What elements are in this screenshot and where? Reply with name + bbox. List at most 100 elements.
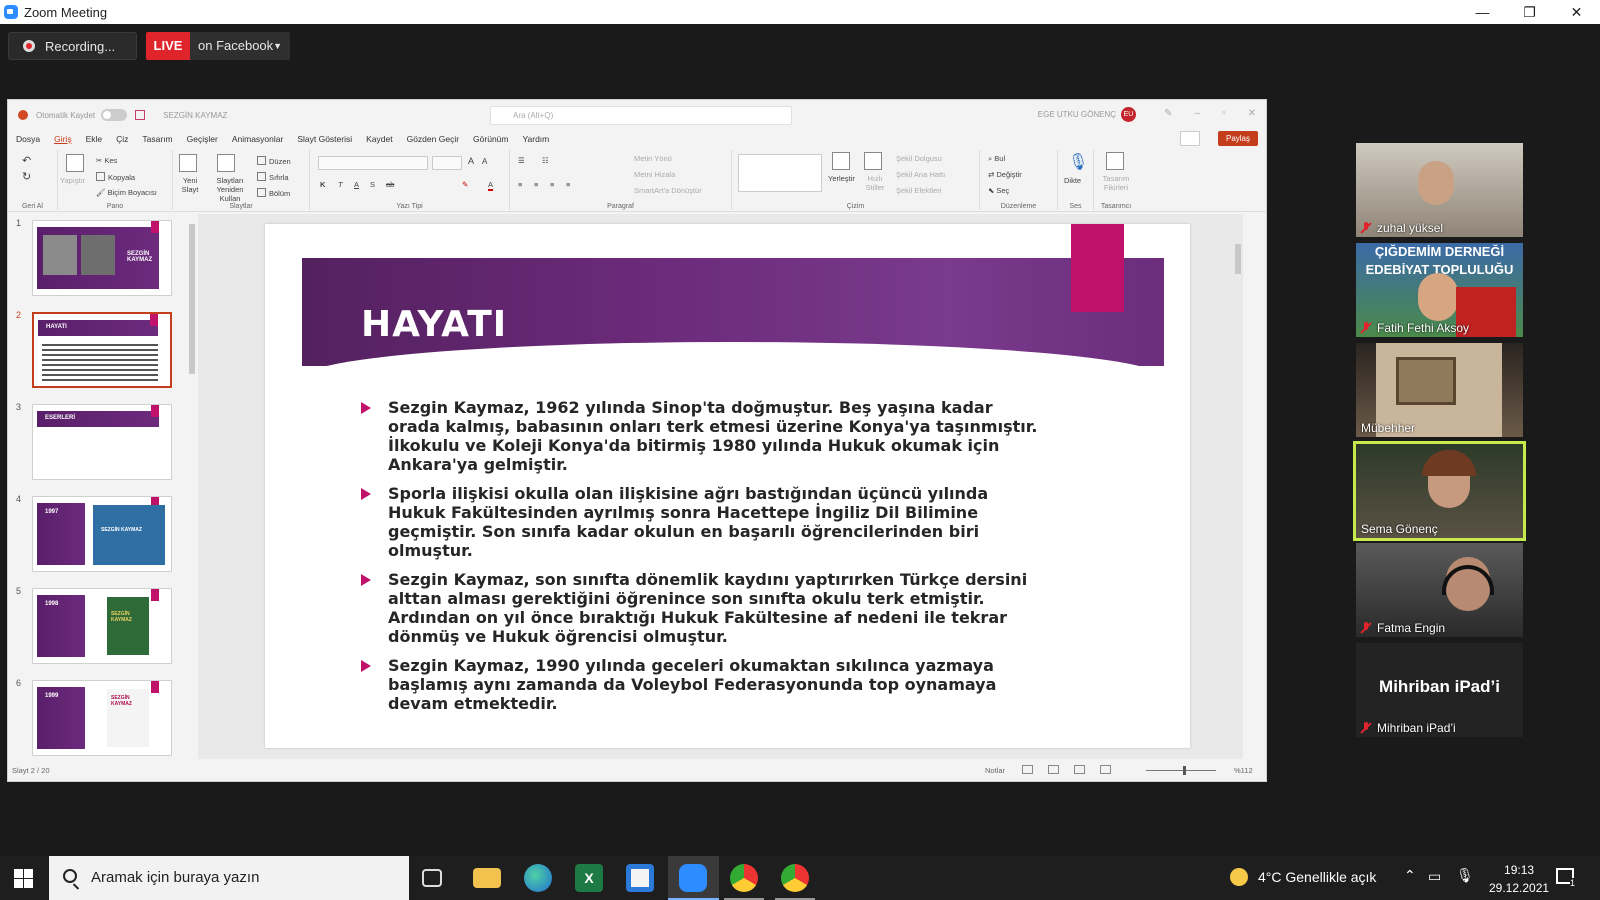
- chrome-icon[interactable]: [730, 864, 758, 892]
- chrome-icon[interactable]: [781, 864, 809, 892]
- taskbar-clock[interactable]: 19:13 29.12.2021: [1489, 861, 1549, 897]
- justify-icon[interactable]: ≡: [566, 180, 570, 189]
- italic-icon[interactable]: T: [338, 180, 343, 189]
- minimize-button[interactable]: —: [1459, 0, 1506, 24]
- participant-tile[interactable]: Mihriban iPad’i Mihriban iPad’i: [1356, 643, 1523, 737]
- arrange-label[interactable]: Yerleştir: [828, 174, 855, 183]
- taskbar-search[interactable]: Aramak için buraya yazın: [49, 856, 409, 900]
- menu-ekle[interactable]: Ekle: [86, 134, 103, 144]
- slide-sorter-icon[interactable]: [1048, 765, 1059, 774]
- shape-fill-button[interactable]: Şekil Dolgusu: [896, 154, 942, 163]
- thumbnail-slide-6[interactable]: 6 1999 SEZGİN KAYMAZ: [8, 678, 188, 758]
- zoom-slider-knob[interactable]: [1183, 766, 1186, 775]
- align-right-icon[interactable]: ≡: [550, 180, 554, 189]
- redo-icon[interactable]: ↻: [22, 170, 31, 183]
- smartart-button[interactable]: SmartArt'a Dönüştür: [634, 186, 702, 195]
- design-ideas-icon[interactable]: [1106, 152, 1124, 170]
- menu-gorunum[interactable]: Görünüm: [473, 134, 508, 144]
- highlight-icon[interactable]: ✎: [462, 180, 468, 189]
- shapes-gallery[interactable]: [738, 154, 822, 192]
- ppt-close-icon[interactable]: ✕: [1248, 108, 1256, 119]
- menu-ciz[interactable]: Çiz: [116, 134, 128, 144]
- align-left-icon[interactable]: ≡: [518, 180, 522, 189]
- ppt-restore-icon[interactable]: ▫: [1222, 108, 1226, 119]
- thumbnail-slide-1[interactable]: 1 SEZGİN KAYMAZ: [8, 218, 188, 298]
- find-button[interactable]: ⌕ Bul: [988, 154, 1005, 164]
- undo-icon[interactable]: ↶: [22, 154, 31, 167]
- menu-yardim[interactable]: Yardım: [522, 134, 549, 144]
- font-family-dropdown[interactable]: [318, 156, 428, 170]
- strikethrough-icon[interactable]: ab: [386, 180, 394, 189]
- bullets-icon[interactable]: ☰: [518, 156, 525, 165]
- share-button[interactable]: Paylaş: [1217, 131, 1258, 146]
- recording-indicator[interactable]: Recording...: [8, 32, 137, 60]
- scrollbar-thumb[interactable]: [189, 224, 195, 374]
- shrink-font-icon[interactable]: A: [482, 157, 487, 166]
- menu-gozden-gecir[interactable]: Gözden Geçir: [407, 134, 459, 144]
- copy-button[interactable]: Kopyala: [96, 172, 135, 182]
- new-slide-icon[interactable]: [179, 154, 197, 172]
- grow-font-icon[interactable]: A: [468, 156, 474, 166]
- dictate-label[interactable]: Dikte: [1064, 176, 1081, 185]
- layout-button[interactable]: Düzen: [257, 156, 291, 166]
- thumbnail-scrollbar[interactable]: [188, 214, 196, 749]
- menu-animasyonlar[interactable]: Animasyonlar: [232, 134, 284, 144]
- align-center-icon[interactable]: ≡: [534, 180, 538, 189]
- paste-icon[interactable]: [66, 154, 84, 172]
- menu-slayt-gosterisi[interactable]: Slayt Gösterisi: [297, 134, 352, 144]
- microphone-icon[interactable]: 🎙: [1068, 152, 1088, 172]
- replace-button[interactable]: ⇄ Değiştir: [988, 170, 1022, 179]
- thumbnail-slide-5[interactable]: 5 1998 SEZGİN KAYMAZ: [8, 586, 188, 666]
- participant-tile[interactable]: ÇIĞDEMİM DERNEĞİ EDEBİYAT TOPLULUĞU Fati…: [1356, 243, 1523, 337]
- underline-icon[interactable]: A: [354, 180, 359, 189]
- weather-text[interactable]: 4°C Genellikle açık: [1258, 869, 1376, 885]
- edge-browser-icon[interactable]: [524, 864, 552, 892]
- ppt-minimize-icon[interactable]: –: [1195, 108, 1201, 119]
- slideshow-icon[interactable]: [1100, 765, 1111, 774]
- current-slide[interactable]: HAYATI Sezgin Kaymaz, 1962 yılında Sinop…: [265, 224, 1190, 748]
- design-ideas-label[interactable]: Tasarım Fikirleri: [1098, 174, 1134, 192]
- zoom-level[interactable]: %112: [1234, 766, 1253, 775]
- file-name[interactable]: SEZGİN KAYMAZ: [163, 111, 227, 120]
- shape-effects-button[interactable]: Şekil Efektleri: [896, 186, 941, 195]
- menu-kaydet[interactable]: Kaydet: [366, 134, 392, 144]
- save-icon[interactable]: [135, 110, 146, 120]
- ppt-search-box[interactable]: Ara (Alt+Q): [490, 106, 792, 125]
- shadow-icon[interactable]: S: [370, 180, 375, 189]
- select-button[interactable]: ⬉ Seç: [988, 186, 1009, 195]
- menu-tasarim[interactable]: Tasarım: [142, 134, 172, 144]
- notes-button[interactable]: Notlar: [985, 766, 1005, 775]
- quick-styles-icon[interactable]: [864, 152, 882, 170]
- weather-icon[interactable]: [1230, 868, 1248, 886]
- text-direction-button[interactable]: Metin Yönü: [634, 154, 672, 163]
- scrollbar-thumb[interactable]: [1235, 244, 1241, 274]
- participant-tile-active-speaker[interactable]: Sema Gönenç: [1353, 441, 1526, 541]
- participant-tile[interactable]: Mübehher: [1356, 343, 1523, 437]
- autosave-toggle[interactable]: [101, 109, 128, 121]
- close-button[interactable]: ✕: [1553, 0, 1600, 24]
- slide-body[interactable]: Sezgin Kaymaz, 1962 yılında Sinop'ta doğ…: [361, 398, 1041, 723]
- comment-button[interactable]: [1180, 131, 1200, 146]
- zoom-app-icon[interactable]: [679, 864, 707, 892]
- reading-view-icon[interactable]: [1074, 765, 1085, 774]
- participant-tile[interactable]: zuhal yüksel: [1356, 143, 1523, 237]
- camera-icon[interactable]: ▭: [1428, 868, 1441, 885]
- shape-outline-button[interactable]: Şekil Ana Hattı: [896, 170, 945, 179]
- numbering-icon[interactable]: ☷: [542, 156, 549, 165]
- font-size-dropdown[interactable]: [432, 156, 462, 170]
- chevron-up-icon[interactable]: ⌃: [1404, 867, 1416, 884]
- menu-gecisler[interactable]: Geçişler: [187, 134, 218, 144]
- reset-button[interactable]: Sıfırla: [257, 172, 289, 182]
- quick-styles-label[interactable]: Hızlı Stiller: [864, 174, 886, 192]
- participant-tile[interactable]: Fatma Engin: [1356, 543, 1523, 637]
- pen-icon[interactable]: ✎: [1164, 108, 1172, 119]
- maximize-button[interactable]: ❐: [1506, 0, 1553, 24]
- new-slide-label[interactable]: Yeni Slayt: [175, 176, 205, 194]
- microsoft-store-icon[interactable]: [626, 864, 654, 892]
- align-text-button[interactable]: Metni Hizala: [634, 170, 675, 179]
- reuse-slides-icon[interactable]: [217, 154, 235, 172]
- task-view-icon[interactable]: [422, 869, 442, 887]
- reuse-slides-label[interactable]: Slaytları Yeniden Kullan: [207, 176, 253, 203]
- menu-dosya[interactable]: Dosya: [16, 134, 40, 144]
- live-stream-dropdown[interactable]: on Facebook ▼: [190, 32, 290, 60]
